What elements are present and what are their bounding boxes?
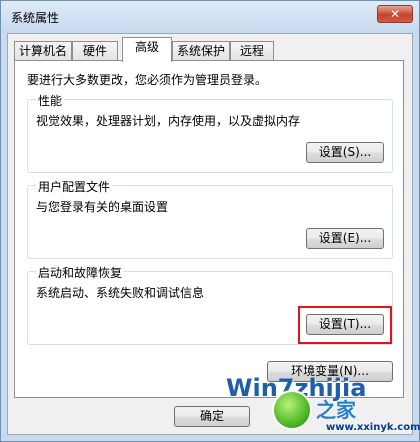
watermark-site: www.xxinyk.com (326, 422, 420, 433)
admin-note: 要进行大多数更改，您必须作为管理员登录。 (27, 73, 268, 87)
user-profiles-group: 用户配置文件 与您登录有关的桌面设置 设置(E)... (27, 178, 393, 259)
window-title: 系统属性 (11, 11, 60, 25)
performance-label: 性能 (36, 92, 65, 109)
site-watermark: Win7zhijia 之家 www.xxinyk.com (226, 372, 420, 438)
advanced-tab-panel: 要进行大多数更改，您必须作为管理员登录。 性能 视觉效果，处理器计划，内存使用，… (14, 60, 404, 398)
startup-recovery-group: 启动和故障恢复 系统启动、系统失败和调试信息 设置(T)... (27, 264, 393, 345)
user-profiles-settings-button[interactable]: 设置(E)... (306, 228, 384, 249)
performance-group: 性能 视觉效果，处理器计划，内存使用，以及虚拟内存 设置(S)... (27, 92, 393, 173)
tab-advanced[interactable]: 高级 (122, 37, 172, 62)
startup-recovery-label: 启动和故障恢复 (36, 264, 125, 281)
tab-system-protection[interactable]: 系统保护 (172, 41, 230, 61)
red-highlight-box (298, 306, 392, 344)
tab-computer-name[interactable]: 计算机名 (14, 41, 72, 61)
close-icon: ✕ (389, 7, 401, 21)
watermark-brand: 之家 (316, 398, 356, 422)
performance-settings-button[interactable]: 设置(S)... (306, 142, 384, 163)
close-button[interactable]: ✕ (377, 5, 413, 23)
user-profiles-label: 用户配置文件 (36, 178, 113, 195)
power-icon (272, 390, 312, 430)
performance-desc: 视觉效果，处理器计划，内存使用，以及虚拟内存 (36, 114, 301, 128)
tab-remote[interactable]: 远程 (230, 41, 274, 61)
tab-hardware[interactable]: 硬件 (72, 41, 118, 61)
startup-recovery-desc: 系统启动、系统失败和调试信息 (36, 286, 205, 300)
user-profiles-desc: 与您登录有关的桌面设置 (36, 200, 169, 214)
title-bar[interactable]: 系统属性 ✕ (1, 1, 419, 33)
